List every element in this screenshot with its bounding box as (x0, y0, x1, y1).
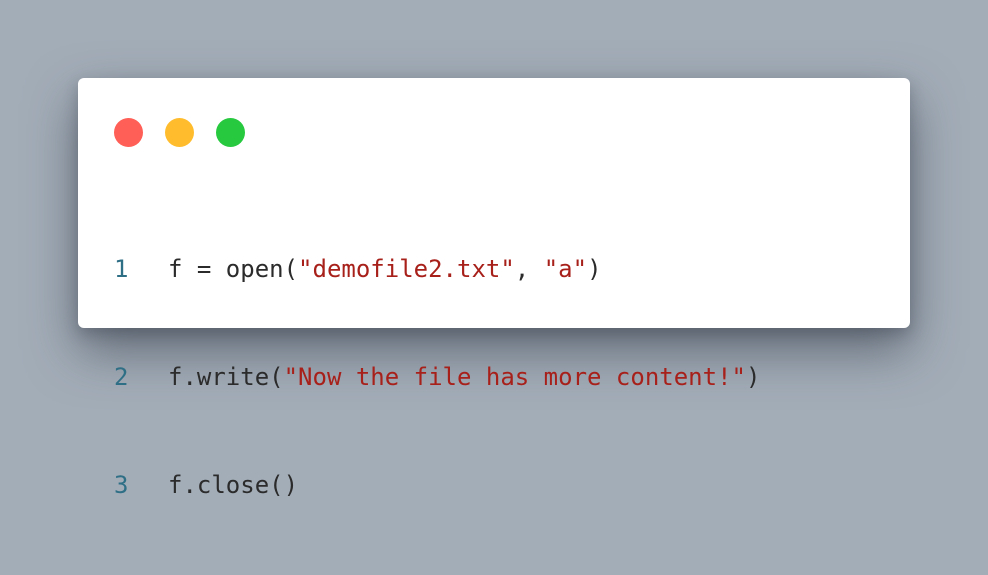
line-number: 1 (114, 255, 129, 283)
string-token: "a" (543, 255, 588, 283)
code-line: 2 f.write("Now the file has more content… (114, 359, 760, 395)
line-code: f.close() (168, 467, 298, 503)
code-line: 1 f = open("demofile2.txt", "a") (114, 251, 760, 287)
line-code: f.write("Now the file has more content!"… (168, 359, 760, 395)
code-token: ) (745, 363, 761, 391)
window-controls (114, 118, 245, 147)
close-dot-icon[interactable] (114, 118, 143, 147)
code-token: f.write( (168, 363, 284, 391)
code-token: , (514, 255, 544, 283)
code-token: f.close() (168, 471, 299, 499)
line-number: 2 (114, 363, 129, 391)
code-window: 1 f = open("demofile2.txt", "a") 2 f.wri… (78, 78, 910, 499)
code-line: 3 f.close() (114, 467, 760, 503)
maximize-dot-icon[interactable] (216, 118, 245, 147)
code-block: 1 f = open("demofile2.txt", "a") 2 f.wri… (114, 179, 760, 575)
string-token: "demofile2.txt" (298, 255, 515, 283)
line-code: f = open("demofile2.txt", "a") (168, 251, 602, 287)
minimize-dot-icon[interactable] (165, 118, 194, 147)
code-token: f = open( (168, 255, 299, 283)
string-token: "Now the file has more content!" (283, 363, 746, 391)
code-token: ) (587, 255, 602, 283)
line-number: 3 (114, 471, 129, 499)
